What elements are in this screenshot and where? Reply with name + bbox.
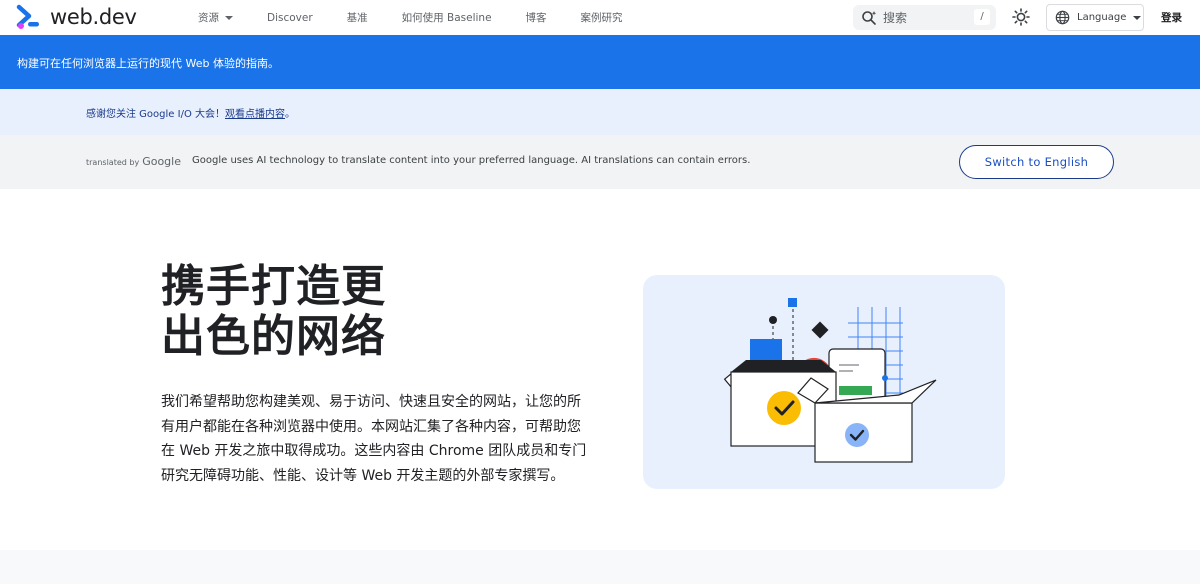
nav-item-case-studies[interactable]: 案例研究: [581, 10, 623, 25]
search-box[interactable]: /: [853, 5, 996, 30]
google-wordmark: Google: [142, 155, 181, 168]
nav-item-resources[interactable]: 资源: [198, 10, 233, 25]
nav-label: 博客: [525, 12, 547, 24]
logo-text: web.dev: [50, 5, 137, 29]
watch-on-demand-link[interactable]: 观看点播内容: [225, 109, 285, 120]
sun-icon: [1012, 8, 1030, 26]
check-icon: [767, 391, 801, 425]
nav-item-discover[interactable]: Discover: [267, 12, 313, 24]
hero-illustration-card: [643, 275, 1005, 489]
announcement-banner: 感谢您关注 Google I/O 大会！观看点播内容。: [0, 89, 1200, 135]
nav-label: 资源: [198, 12, 219, 24]
switch-to-english-button[interactable]: Switch to English: [959, 145, 1114, 179]
caret-down-icon: [225, 15, 233, 20]
nav-label: Discover: [267, 11, 313, 24]
language-selector[interactable]: Language: [1046, 4, 1144, 31]
announcement-text: 感谢您关注 Google I/O 大会！观看点播内容。: [86, 105, 295, 120]
check-icon: [845, 423, 869, 447]
theme-toggle-button[interactable]: [1010, 6, 1032, 28]
diamond-shape: [811, 321, 829, 339]
language-label: Language: [1077, 12, 1127, 23]
nav-item-baseline[interactable]: 基准: [347, 10, 368, 25]
site-logo[interactable]: web.dev: [16, 4, 137, 30]
webdev-logo-icon: [16, 4, 39, 29]
hero-description: 我们希望帮助您构建美观、易于访问、快速且安全的网站，让您的所有用户都能在各种浏览…: [161, 394, 587, 484]
announcement-suffix: 。: [285, 109, 295, 120]
translation-disclaimer: Google uses AI technology to translate c…: [192, 155, 751, 166]
nav-item-how-to-use-baseline[interactable]: 如何使用 Baseline: [402, 10, 492, 25]
boxes-illustration: [723, 298, 937, 463]
tagline-banner: 构建可在任何浏览器上运行的现代 Web 体验的指南。: [0, 35, 1200, 89]
translated-by-label: translated by: [86, 158, 140, 167]
announcement-message: 感谢您关注 Google I/O 大会！: [86, 109, 225, 120]
nav-label: 案例研究: [580, 12, 623, 24]
nav-item-blog[interactable]: 博客: [526, 10, 547, 25]
hero-title-line-1: 携手打造更: [161, 261, 386, 312]
hero-title-line-2: 出色的网络: [161, 311, 386, 362]
caret-down-icon: [1133, 15, 1142, 20]
hero-title: 携手打造更 出色的网络: [161, 262, 386, 362]
search-input[interactable]: [883, 10, 963, 25]
top-header: web.dev 资源 Discover 基准 如何使用 Baseline 博客 …: [0, 0, 1200, 35]
tagline-text: 构建可在任何浏览器上运行的现代 Web 体验的指南。: [17, 57, 279, 70]
nav-label: 如何使用 Baseline: [401, 12, 492, 24]
globe-icon: [1055, 10, 1070, 25]
next-section-band: [0, 550, 1200, 584]
main-nav: 资源 Discover 基准 如何使用 Baseline 博客 案例研究: [198, 0, 657, 35]
search-icon: [862, 10, 877, 25]
signin-link[interactable]: 登录: [1161, 10, 1182, 25]
nav-label: 基准: [346, 12, 368, 24]
translation-notice-bar: translated by Google Google uses AI tech…: [0, 135, 1200, 189]
translated-by-google: translated by Google: [86, 155, 181, 168]
search-shortcut-key: /: [974, 9, 990, 25]
blue-square-marker: [788, 298, 797, 307]
